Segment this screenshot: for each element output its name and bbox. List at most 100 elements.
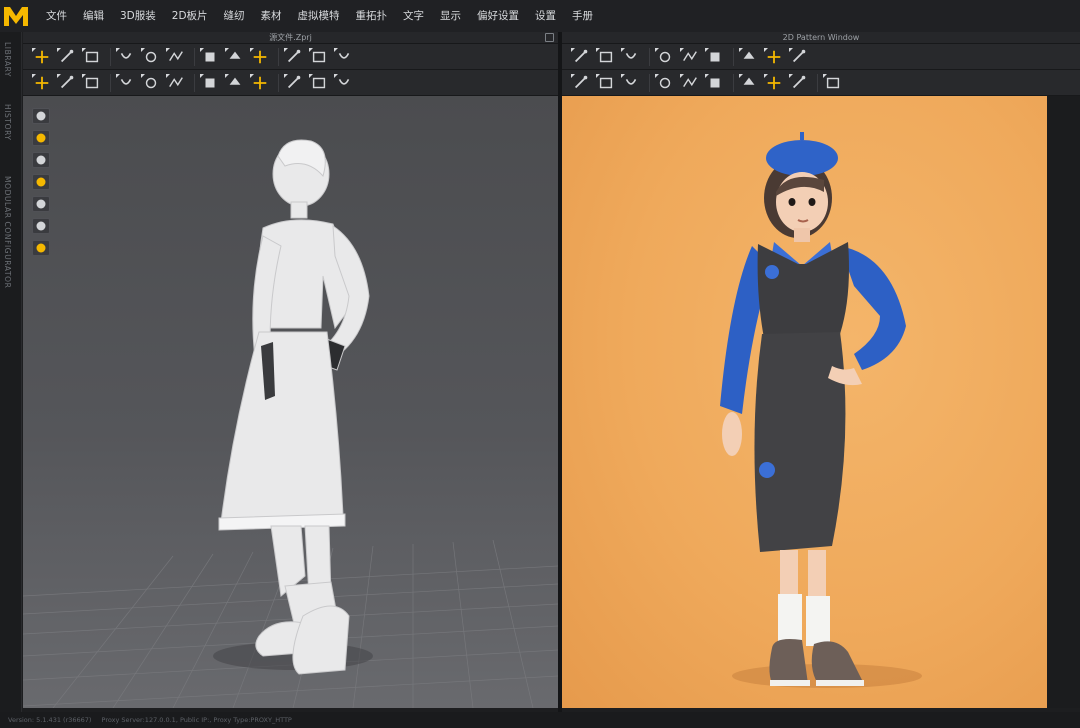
menu-item[interactable]: 3D服装 [112,0,164,32]
3d-avatar-preview [23,139,558,708]
maximize-icon[interactable] [545,33,554,42]
toolbar-separator [194,73,195,92]
segment-sew-icon[interactable] [570,73,592,93]
menu-item[interactable]: 文件 [38,0,75,32]
polygon-icon[interactable] [570,47,592,67]
avatar-icon[interactable] [32,152,50,168]
version-text: Version: 5.1.431 (r36667) [8,716,92,724]
dashed-line-icon[interactable] [822,73,844,93]
clay-avatar [218,139,370,675]
avatar-measure-icon[interactable] [31,73,53,93]
check-sewing-icon[interactable] [620,73,642,93]
arrangement-point-icon[interactable] [333,73,355,93]
edit-pin-icon[interactable] [165,47,187,67]
grid-view-icon[interactable] [788,47,810,67]
menu-item[interactable]: 文字 [395,0,432,32]
grid-icon[interactable] [333,47,355,67]
strengthen-icon[interactable] [249,47,271,67]
toolbar-separator [194,47,195,66]
circle-icon[interactable] [620,47,642,67]
edit-texture-icon[interactable] [738,73,760,93]
menu-item[interactable]: 素材 [253,0,290,32]
segment-sewing-icon[interactable] [81,47,103,67]
transform-pattern-icon[interactable] [31,47,53,67]
menu-item[interactable]: 手册 [564,0,601,32]
trim-icon[interactable] [224,73,246,93]
3d-window-header: 源文件.Zprj [23,32,558,44]
proxy-text: Proxy Server:127.0.0.1, Public IP:, Prox… [101,716,292,724]
tack-on-icon[interactable] [654,73,676,93]
3d-viewport[interactable] [23,96,558,708]
side-tab-history[interactable]: HISTORY [3,104,12,141]
menu-items: 文件 编辑 3D服装 2D板片 缝纫 素材 虚拟模特 重拓扑 文字 显示 偏好设置 设置 手册 [38,0,601,32]
graphic-2d-icon[interactable] [763,73,785,93]
fabric-swatch-icon[interactable] [32,130,50,146]
tracing-icon[interactable] [738,47,760,67]
3d-side-toolbar [32,108,52,262]
3d-toolbar-row1 [23,44,558,70]
steam-icon[interactable] [199,47,221,67]
toolbar-separator [278,73,279,92]
render-viewport[interactable] [562,96,1047,708]
texture-icon[interactable] [249,73,271,93]
2d-window-title: 2D Pattern Window [782,33,860,42]
select-move-icon[interactable] [56,47,78,67]
marvelous-m-logo[interactable] [0,0,32,32]
3d-toolbar-row2 [23,70,558,96]
curve-tool-icon[interactable] [81,73,103,93]
line-tool-icon[interactable] [56,73,78,93]
toolbar-separator [649,47,650,66]
fold-icon[interactable] [704,47,726,67]
app-window: 文件 编辑 3D服装 2D板片 缝纫 素材 虚拟模特 重拓扑 文字 显示 偏好设置 设置 手册 LIBR… [0,0,1080,728]
zipper-icon[interactable] [115,73,137,93]
toolbar-separator [278,47,279,66]
folder-icon[interactable] [32,174,50,190]
brush-icon[interactable] [679,73,701,93]
garment-icon[interactable] [32,108,50,124]
toolbar-separator [649,73,650,92]
graphic-icon[interactable] [283,73,305,93]
dart-icon[interactable] [679,47,701,67]
menu-bar: 文件 编辑 3D服装 2D板片 缝纫 素材 虚拟模特 重拓扑 文字 显示 偏好设置 设置 手册 [0,0,1080,32]
internal-polygon-icon[interactable] [654,47,676,67]
fabric-simulation-icon[interactable] [308,47,330,67]
free-sew-icon[interactable] [595,73,617,93]
fabric-icon[interactable] [704,73,726,93]
menu-item[interactable]: 虚拟模特 [290,0,348,32]
rectangle-icon[interactable] [595,47,617,67]
tack-icon[interactable] [140,47,162,67]
toolbar-separator [110,47,111,66]
toolbar-separator [817,73,818,92]
measure-icon[interactable] [788,73,810,93]
button-icon[interactable] [140,73,162,93]
menu-item[interactable]: 偏好设置 [469,0,527,32]
menu-item[interactable]: 2D板片 [164,0,216,32]
menu-item[interactable]: 设置 [527,0,564,32]
puckering-icon[interactable] [199,73,221,93]
style-line-icon[interactable] [308,73,330,93]
3d-window-title: 源文件.Zprj [269,33,312,42]
menu-item[interactable]: 显示 [432,0,469,32]
right-panel-strip [1047,96,1080,708]
rendered-avatar-preview [720,132,922,688]
pattern-view-icon[interactable] [763,47,785,67]
shrinkage-icon[interactable] [283,47,305,67]
side-tab-library[interactable]: LIBRARY [3,42,12,77]
toolbar-separator [733,73,734,92]
fold-arrangement-icon[interactable] [224,47,246,67]
eraser-icon[interactable] [32,196,50,212]
globe-icon[interactable] [32,240,50,256]
2d-toolbar-row1 [562,44,1080,70]
user-icon[interactable] [32,218,50,234]
toolbar-separator [110,73,111,92]
menu-item[interactable]: 缝纫 [216,0,253,32]
toolbar-separator [733,47,734,66]
menu-item[interactable]: 编辑 [75,0,112,32]
2d-window-header: 2D Pattern Window [562,32,1080,44]
topstitch-icon[interactable] [165,73,187,93]
menu-item[interactable]: 重拓扑 [348,0,396,32]
status-bar: Version: 5.1.431 (r36667) Proxy Server:1… [0,712,1080,728]
side-tab-modular-configurator[interactable]: MODULAR CONFIGURATOR [3,176,12,288]
free-sewing-icon[interactable] [115,47,137,67]
2d-toolbar-row2 [562,70,1080,96]
